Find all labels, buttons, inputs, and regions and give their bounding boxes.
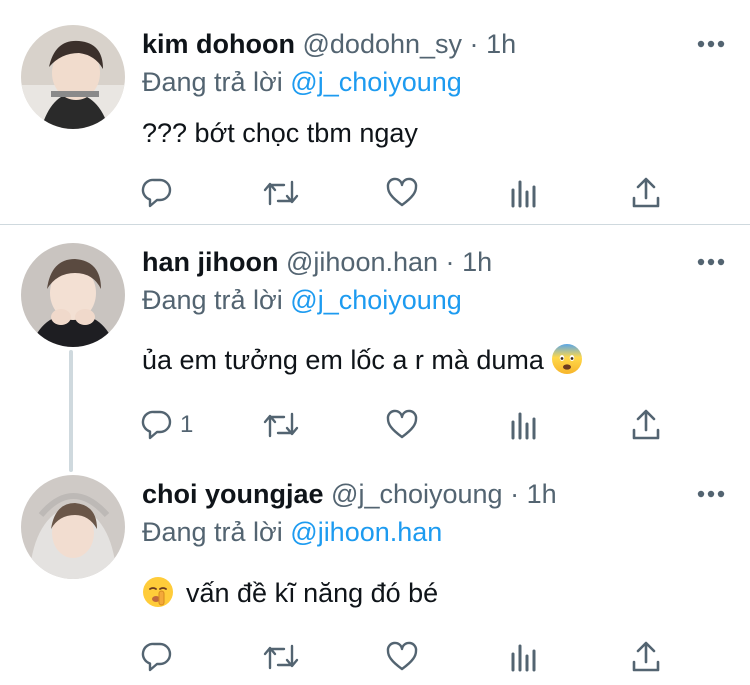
replying-prefix: Đang trả lời	[142, 67, 283, 97]
retweet-icon	[263, 644, 299, 670]
tweet-kim-dohoon[interactable]: kim dohoon @dodohn_sy · 1h Đang trả lời …	[0, 0, 750, 224]
share-button[interactable]	[631, 405, 661, 445]
timestamp[interactable]: 1h	[486, 29, 516, 59]
replying-mention[interactable]: @j_choiyoung	[290, 67, 462, 97]
action-bar: 1	[0, 405, 750, 445]
tweet-header: kim dohoon @dodohn_sy · 1h	[142, 28, 516, 60]
analytics-button[interactable]	[509, 405, 539, 445]
separator: ·	[445, 247, 455, 277]
share-icon	[632, 409, 660, 440]
retweet-button[interactable]	[262, 637, 300, 677]
tweet-text: ủa em tưởng em lốc a r mà duma	[142, 345, 544, 375]
action-bar	[0, 173, 750, 213]
replying-to: Đang trả lời @jihoon.han	[142, 516, 442, 548]
like-button[interactable]	[385, 405, 419, 445]
reply-count: 1	[180, 411, 194, 438]
timestamp[interactable]: 1h	[527, 479, 557, 509]
shushing-face-emoji	[143, 577, 173, 607]
replying-mention[interactable]: @jihoon.han	[290, 517, 442, 547]
like-button[interactable]	[385, 173, 419, 213]
like-icon	[386, 409, 418, 439]
retweet-icon	[263, 412, 299, 438]
share-button[interactable]	[631, 173, 661, 213]
retweet-icon	[263, 180, 299, 206]
more-icon[interactable]	[694, 34, 728, 54]
analytics-icon	[511, 412, 536, 440]
analytics-button[interactable]	[509, 173, 539, 213]
avatar[interactable]	[21, 243, 125, 347]
tweet-text-row: vấn đề kĩ năng đó bé	[142, 576, 438, 610]
like-button[interactable]	[385, 637, 419, 677]
reply-icon	[141, 178, 172, 208]
like-icon	[386, 641, 418, 671]
tweet-header: han jihoon @jihoon.han · 1h	[142, 246, 492, 278]
replying-to: Đang trả lời @j_choiyoung	[142, 66, 462, 98]
more-icon[interactable]	[694, 484, 728, 504]
more-icon[interactable]	[694, 252, 728, 272]
replying-to: Đang trả lời @j_choiyoung	[142, 284, 462, 316]
avatar[interactable]	[21, 25, 125, 129]
fearful-face-emoji	[552, 344, 583, 374]
share-button[interactable]	[631, 637, 661, 677]
replying-prefix: Đang trả lời	[142, 517, 283, 547]
like-icon	[386, 177, 418, 207]
tweet-text-row: ủa em tưởng em lốc a r mà duma	[142, 343, 583, 377]
reply-button[interactable]: 1	[140, 405, 193, 445]
avatar[interactable]	[21, 475, 125, 579]
analytics-icon	[511, 644, 536, 672]
author-handle[interactable]: @dodohn_sy	[303, 29, 463, 59]
action-bar	[0, 637, 750, 677]
tweet-choi-youngjae[interactable]: choi youngjae @j_choiyoung · 1h Đang trả…	[0, 465, 750, 685]
retweet-button[interactable]	[262, 173, 300, 213]
reply-button[interactable]	[140, 637, 180, 677]
separator: ·	[469, 29, 479, 59]
author-name[interactable]: han jihoon	[142, 247, 278, 277]
reply-button[interactable]	[140, 173, 180, 213]
reply-icon	[141, 642, 172, 672]
author-name[interactable]: choi youngjae	[142, 479, 324, 509]
separator: ·	[510, 479, 520, 509]
author-handle[interactable]: @jihoon.han	[286, 247, 438, 277]
replying-prefix: Đang trả lời	[142, 285, 283, 315]
author-name[interactable]: kim dohoon	[142, 29, 295, 59]
share-icon	[632, 641, 660, 672]
tweet-text: vấn đề kĩ năng đó bé	[186, 578, 439, 608]
reply-icon	[141, 410, 172, 440]
share-icon	[632, 177, 660, 208]
analytics-icon	[511, 180, 536, 208]
retweet-button[interactable]	[262, 405, 300, 445]
timestamp[interactable]: 1h	[462, 247, 492, 277]
tweet-text: ??? bớt chọc tbm ngay	[142, 118, 418, 148]
tweet-header: choi youngjae @j_choiyoung · 1h	[142, 478, 557, 510]
replying-mention[interactable]: @j_choiyoung	[290, 285, 462, 315]
tweet-han-jihoon[interactable]: han jihoon @jihoon.han · 1h Đang trả lời…	[0, 225, 750, 465]
author-handle[interactable]: @j_choiyoung	[331, 479, 503, 509]
analytics-button[interactable]	[509, 637, 539, 677]
